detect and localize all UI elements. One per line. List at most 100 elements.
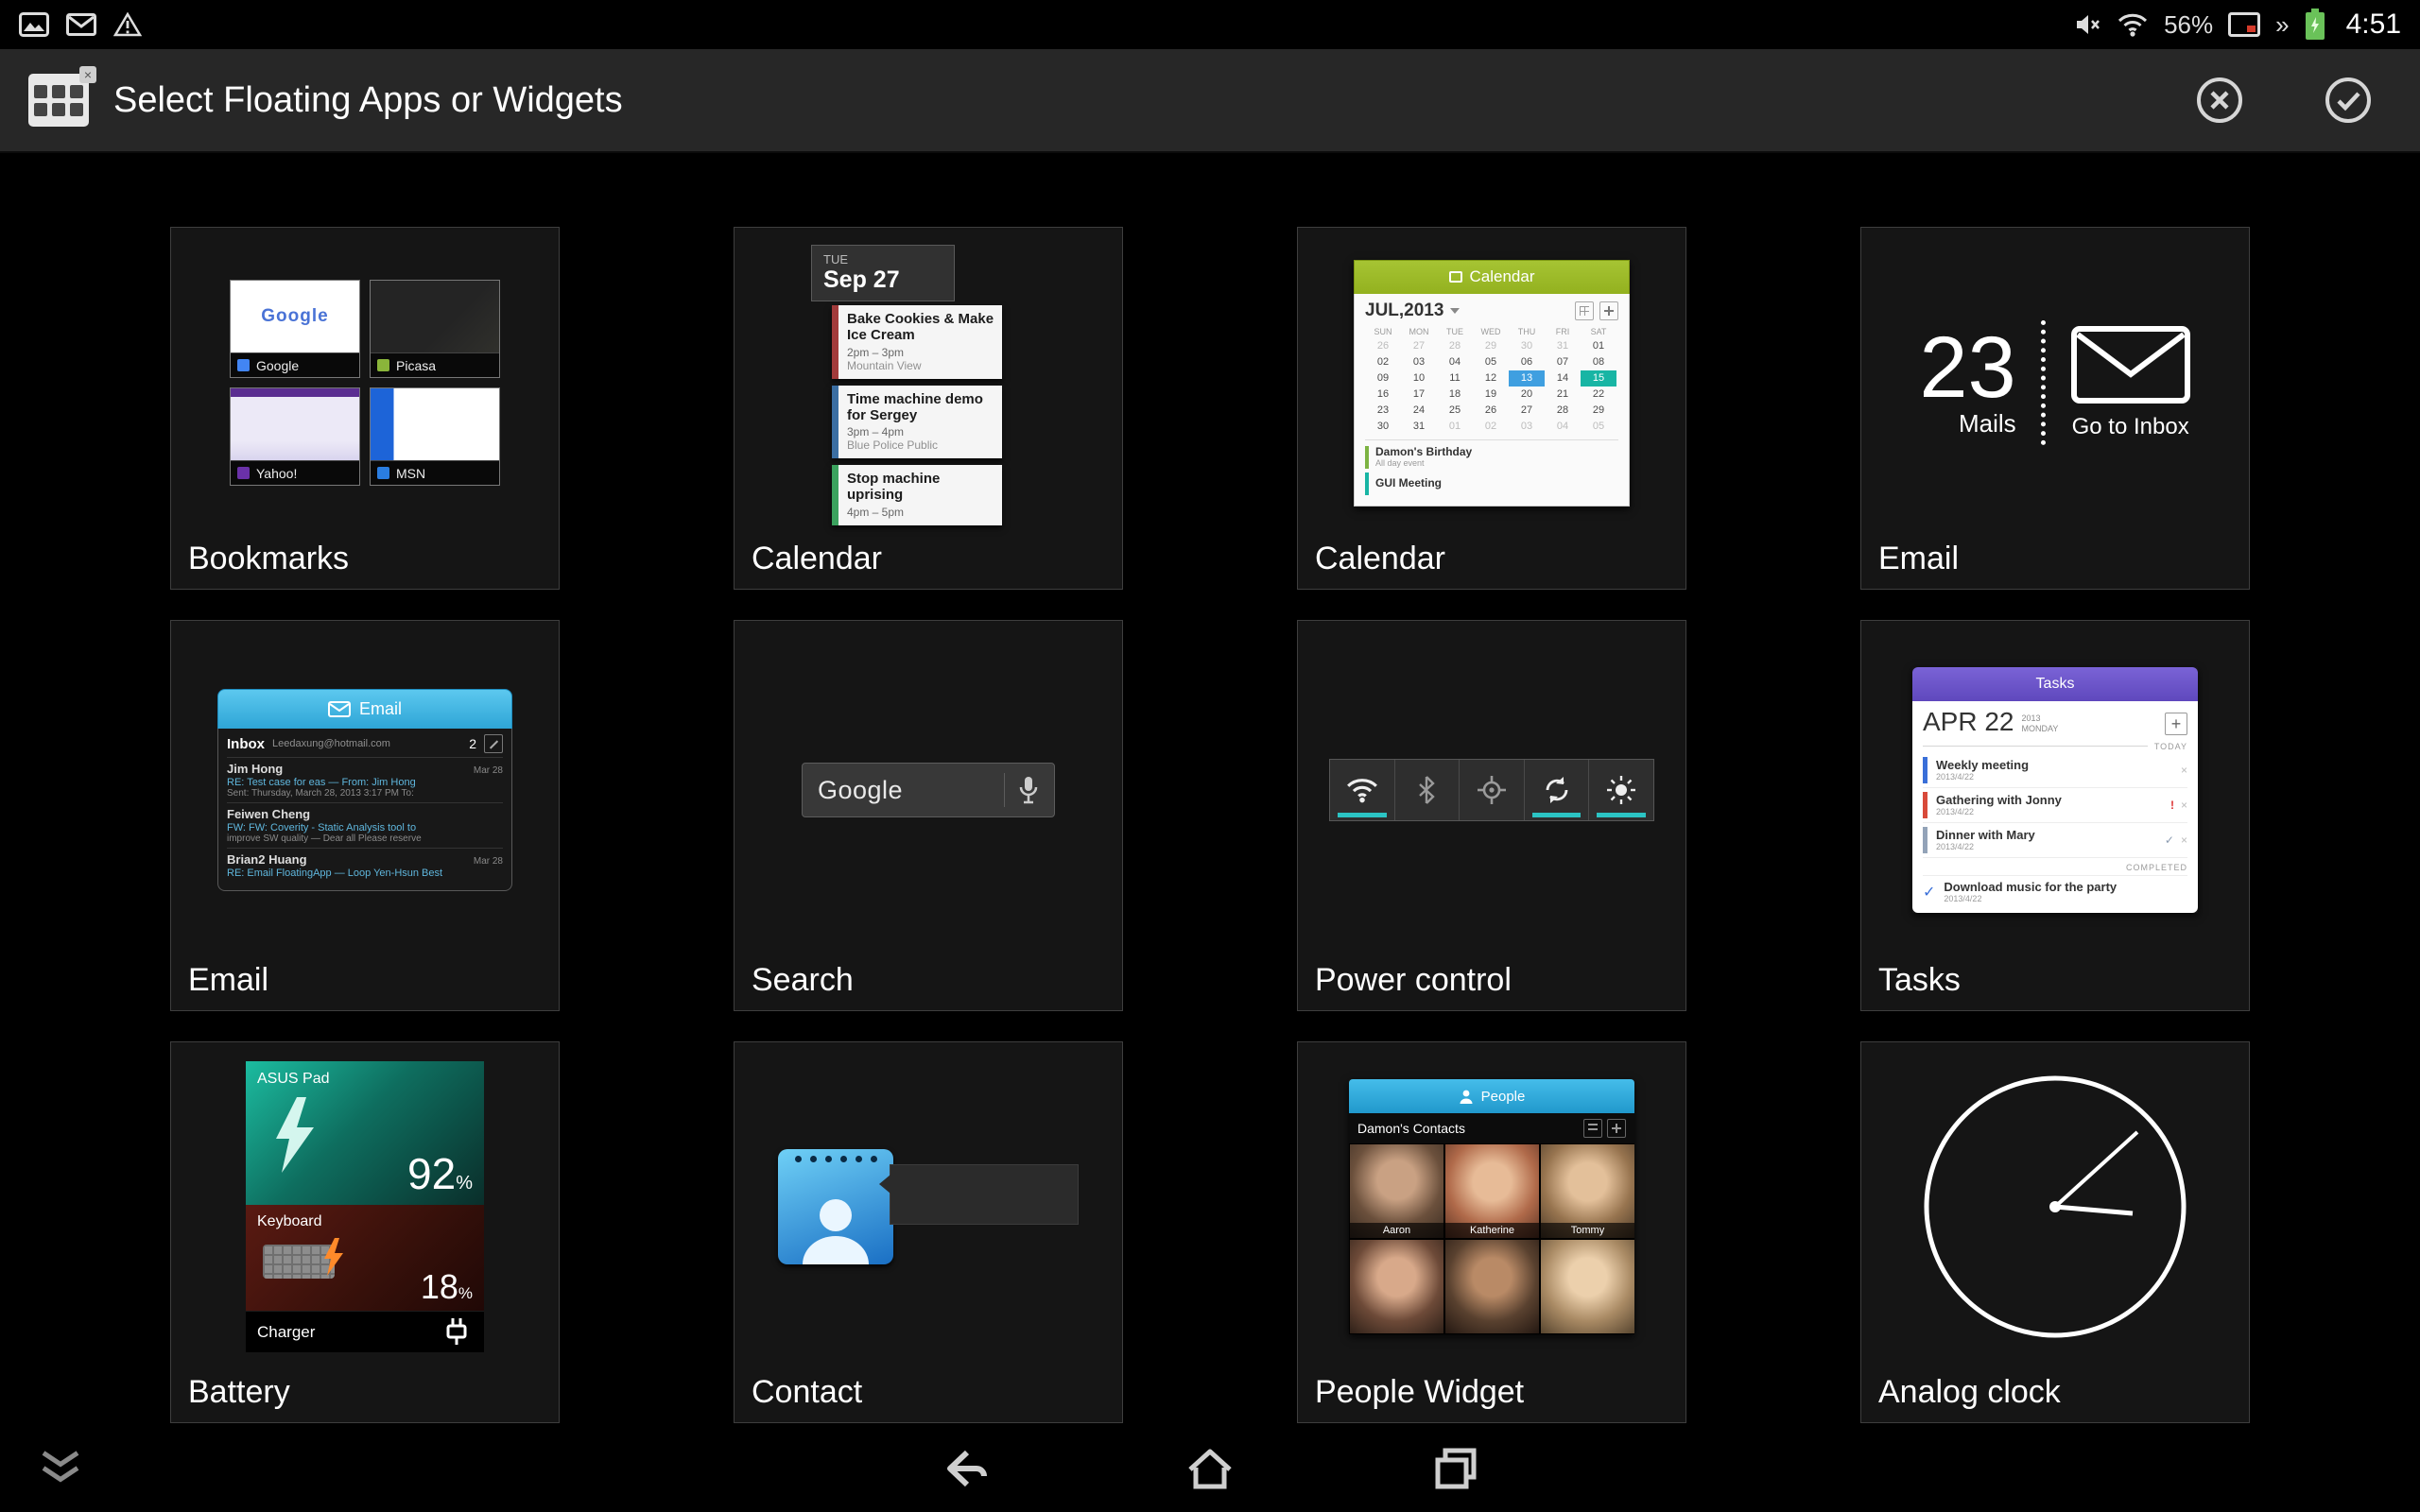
device-name: Keyboard <box>257 1213 473 1230</box>
site-favicon <box>237 467 250 479</box>
check-icon: ✓ <box>1923 883 1935 902</box>
day-cell: 19 <box>1473 387 1509 403</box>
weekday-row: SUNMONTUEWEDTHUFRISAT <box>1365 327 1618 336</box>
widget-cell-people[interactable]: People Damon's Contacts Aaron <box>1297 1041 1686 1423</box>
email-widget: Email Inbox Leedaxung@hotmail.com 2 <box>217 689 512 891</box>
event-title: Damon's Birthday <box>1375 446 1472 458</box>
analog-clock-face <box>1913 1065 2197 1349</box>
widget-label-people: People Widget <box>1315 1374 1524 1411</box>
day-cell: 22 <box>1581 387 1616 403</box>
task-date: 2013/4/22 <box>1936 807 2170 816</box>
day-cell: 11 <box>1437 370 1473 387</box>
cancel-button[interactable] <box>2193 74 2246 127</box>
back-button[interactable] <box>936 1440 993 1497</box>
contact-widget <box>778 1149 1079 1264</box>
contact-name: Aaron <box>1350 1223 1443 1238</box>
widget-label-tasks: Tasks <box>1878 962 1961 999</box>
email-subject: RE: Email FloatingApp — Loop Yen-Hsun Be… <box>227 868 503 879</box>
battery-icon <box>2305 9 2325 41</box>
widget-cell-bookmarks[interactable]: Google Google Picasa Yahoo! <box>170 227 560 590</box>
person-silhouette-icon <box>793 1191 878 1264</box>
calendar-glyph-icon <box>1449 271 1462 283</box>
lightning-icon <box>320 1237 344 1277</box>
day-cell: 20 <box>1509 387 1545 403</box>
bookmark-thumbnail: Picasa <box>370 280 500 378</box>
calendar-agenda-preview: TUE Sep 27 Bake Cookies & Make Ice Cream… <box>744 239 1113 526</box>
tasks-date-row: APR 22 2013 MONDAY + <box>1923 709 2187 735</box>
person-icon <box>1459 1089 1474 1104</box>
day-cell: 15 <box>1581 370 1616 387</box>
site-name: Yahoo! <box>256 466 297 481</box>
unread-badge: 2 <box>469 736 476 751</box>
completed-task-item: ✓ Download music for the party 2013/4/22 <box>1923 876 2187 903</box>
folder-name: Inbox <box>227 736 265 752</box>
home-button[interactable] <box>1182 1440 1238 1497</box>
sync-icon <box>1542 775 1572 805</box>
status-right-icons: 56% » 4:51 <box>2073 9 2401 41</box>
google-logo-text: Google <box>818 776 903 805</box>
widget-cell-analog-clock[interactable]: Analog clock <box>1860 1041 2250 1423</box>
agenda-weekday: TUE <box>823 252 942 266</box>
day-cell: 02 <box>1365 354 1401 370</box>
weekday-label: SUN <box>1365 327 1401 336</box>
widget-cell-email-preview[interactable]: Email Inbox Leedaxung@hotmail.com 2 <box>170 620 560 1011</box>
day-grid: 2627282930310102030405060708091011121314… <box>1365 338 1616 435</box>
widget-cell-contact[interactable]: Contact <box>734 1041 1123 1423</box>
bookmark-page <box>231 388 359 460</box>
widget-grid: Google Google Picasa Yahoo! <box>170 227 2250 1423</box>
floating-apps-icon: × <box>28 74 89 127</box>
email-snippet: improve SW quality — Dear all Please res… <box>227 833 503 844</box>
home-icon <box>1184 1445 1236 1492</box>
day-cell: 26 <box>1473 403 1509 419</box>
widget-cell-calendar-agenda[interactable]: TUE Sep 27 Bake Cookies & Make Ice Cream… <box>734 227 1123 590</box>
hide-navbar-button[interactable] <box>34 1448 87 1490</box>
screen: 56% » 4:51 × Select Floating Apps or Wid… <box>0 0 2420 1512</box>
widget-cell-search[interactable]: Google Search <box>734 620 1123 1011</box>
widget-cell-battery[interactable]: ASUS Pad 92% Keyboard 18% Charger <box>170 1041 560 1423</box>
day-cell: 05 <box>1581 419 1616 435</box>
navigation-bar <box>0 1425 2420 1512</box>
day-cell: 05 <box>1473 354 1509 370</box>
gallery-icon <box>19 12 49 37</box>
people-widget: People Damon's Contacts Aaron <box>1349 1079 1634 1334</box>
battery-percent-text: 56% <box>2164 10 2213 40</box>
task-title: Dinner with Mary <box>1936 829 2165 842</box>
widget-cell-power-control[interactable]: Power control <box>1297 620 1686 1011</box>
gps-toggle <box>1459 760 1524 820</box>
widget-cell-tasks[interactable]: Tasks APR 22 2013 MONDAY + TODA <box>1860 620 2250 1011</box>
contact-name: Katherine <box>1445 1223 1539 1238</box>
widget-label-analog-clock: Analog clock <box>1878 1374 2061 1411</box>
event-title: GUI Meeting <box>1375 477 1442 490</box>
weekday-label: SAT <box>1581 327 1616 336</box>
today-label: TODAY <box>2154 742 2187 751</box>
wifi-icon <box>1345 776 1379 804</box>
calendar-title-bar: Calendar <box>1354 260 1630 294</box>
widget-cell-email-counter[interactable]: 23 Mails Go to Inbox Email <box>1860 227 2250 590</box>
day-cell: 30 <box>1365 419 1401 435</box>
day-cell: 01 <box>1437 419 1473 435</box>
contact-photo <box>1445 1240 1539 1333</box>
wifi-icon <box>2117 11 2149 38</box>
contact-preview <box>744 1054 1113 1360</box>
recents-button[interactable] <box>1427 1440 1484 1497</box>
calendar-event-list: Damon's Birthday All day event GUI Meeti… <box>1365 439 1618 497</box>
charger-label: Charger <box>257 1323 315 1342</box>
calendar-event: Damon's Birthday All day event <box>1365 444 1618 471</box>
day-cell: 28 <box>1545 403 1581 419</box>
task-dismiss-icon: × <box>2181 833 2187 847</box>
bookmark-caption: MSN <box>371 460 499 485</box>
event-location: Blue Police Public <box>847 438 994 452</box>
tasks-weekday: MONDAY <box>2022 724 2059 733</box>
calendar-mini-actions <box>1575 301 1618 320</box>
day-cell: 26 <box>1365 338 1401 354</box>
confirm-button[interactable] <box>2322 74 2375 127</box>
event-title: Time machine demo for Sergey <box>847 391 994 424</box>
bookmark-page <box>371 388 499 460</box>
widget-cell-calendar-month[interactable]: Calendar JUL,2013 S <box>1297 227 1686 590</box>
event-time: 3pm – 4pm <box>847 425 994 438</box>
site-name: Picasa <box>396 358 436 373</box>
bookmark-caption: Google <box>231 352 359 377</box>
bookmarks-preview: Google Google Picasa Yahoo! <box>181 239 549 526</box>
email-list-item: Jim Hong Mar 28 RE: Test case for eas — … <box>227 757 503 802</box>
weekday-label: MON <box>1401 327 1437 336</box>
